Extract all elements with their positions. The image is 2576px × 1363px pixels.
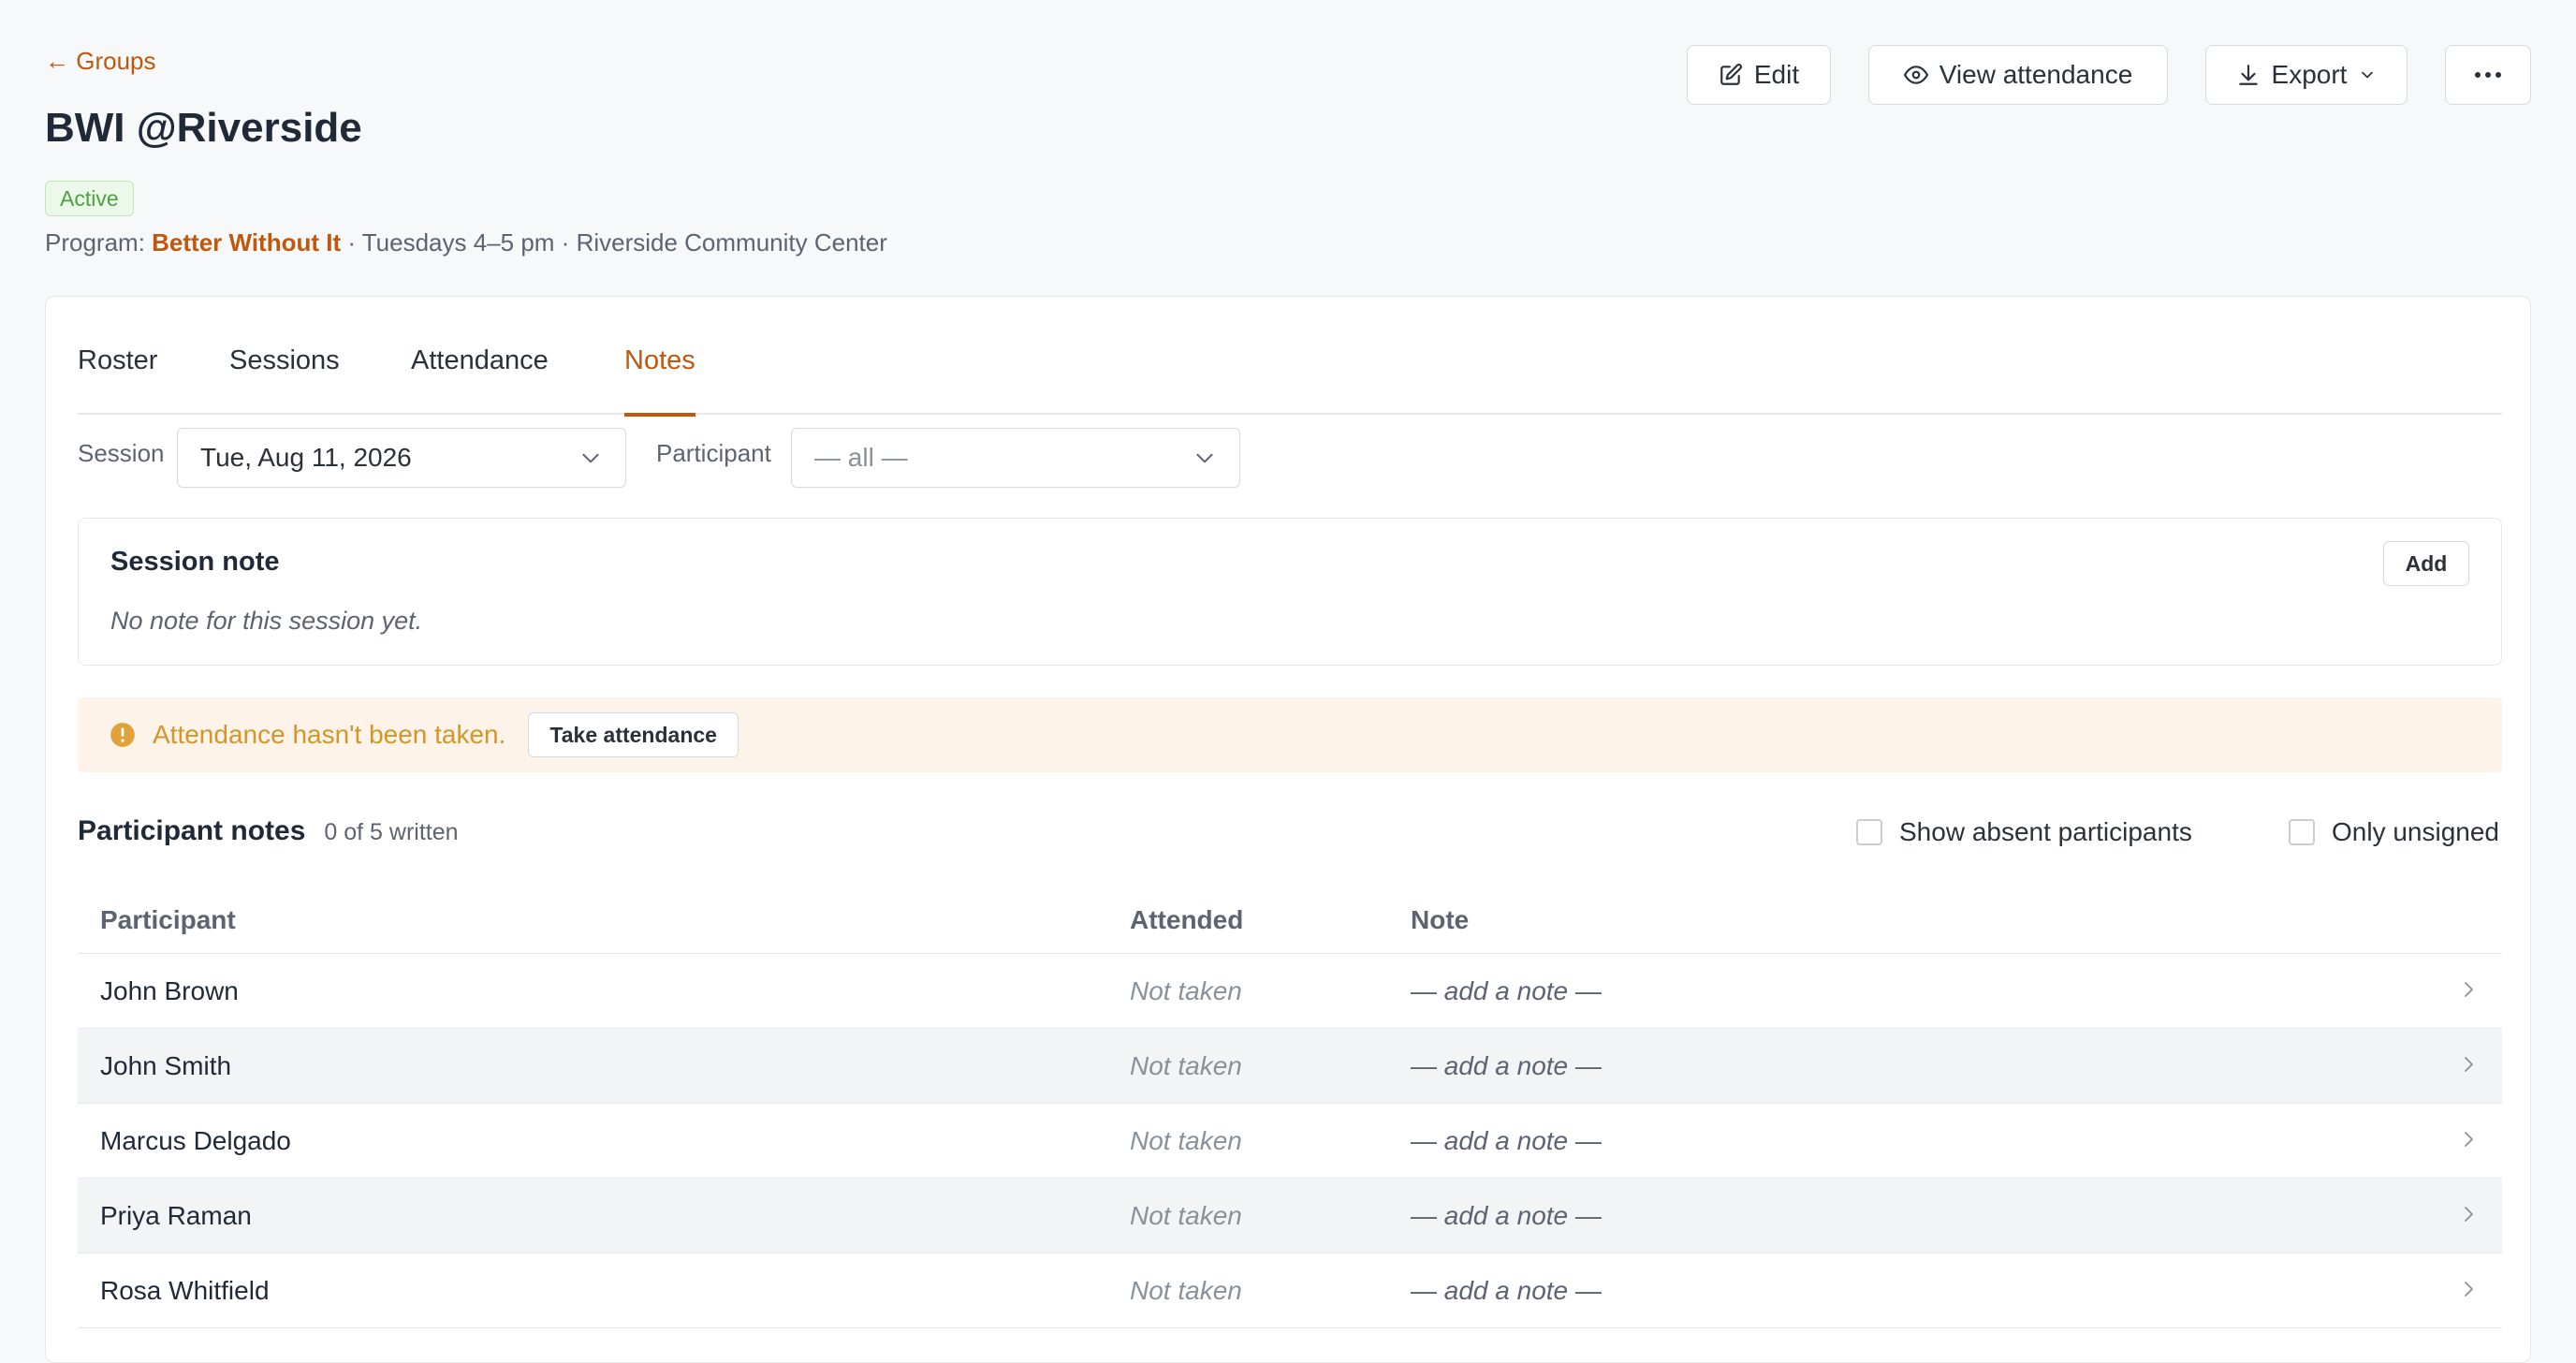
checkbox-box[interactable]: [1856, 819, 1882, 845]
participant-name: Marcus Delgado: [100, 1126, 291, 1155]
tab-bar: Roster Sessions Attendance Notes: [78, 345, 2502, 417]
export-button[interactable]: Export: [2205, 45, 2408, 105]
add-note-link[interactable]: — add a note —: [1411, 1201, 1602, 1231]
table-row[interactable]: Rosa Whitfield Not taken — add a note —: [78, 1253, 2502, 1328]
group-page: ← Groups BWI @Riverside Active Program: …: [0, 0, 2576, 1363]
meta-details: · Tuesdays 4–5 pm · Riverside Community …: [341, 228, 887, 256]
group-meta: Program: Better Without It · Tuesdays 4–…: [45, 228, 887, 257]
more-options-button[interactable]: [2445, 45, 2531, 105]
warning-icon: [110, 723, 135, 747]
alert-text: Attendance hasn't been taken.: [153, 720, 506, 749]
view-attendance-label: View attendance: [1939, 60, 2133, 89]
participant-filter-label: Participant: [656, 439, 771, 467]
header-actions: Edit View attendance Export: [1687, 45, 2531, 105]
chevron-right-icon[interactable]: [2457, 1203, 2480, 1225]
tab-attendance[interactable]: Attendance: [411, 345, 549, 415]
add-note-link[interactable]: — add a note —: [1411, 1276, 1602, 1306]
column-header-participant: Participant: [100, 905, 236, 934]
chevron-right-icon[interactable]: [2457, 978, 2480, 1001]
chevron-right-icon[interactable]: [2457, 1278, 2480, 1300]
chevron-right-icon[interactable]: [2457, 1053, 2480, 1076]
attended-status: Not taken: [1130, 1201, 1242, 1230]
session-select-value: Tue, Aug 11, 2026: [200, 443, 412, 472]
tab-sessions[interactable]: Sessions: [229, 345, 340, 415]
session-note-title: Session note: [110, 547, 280, 577]
participant-notes-table: Participant Attended Note John Brown Not…: [78, 883, 2502, 1328]
table-row[interactable]: John Smith Not taken — add a note —: [78, 1029, 2502, 1104]
notes-written-count: 0 of 5 written: [324, 819, 459, 845]
participant-name: John Smith: [100, 1051, 232, 1080]
eye-icon: [1903, 66, 1928, 84]
only-unsigned-label: Only unsigned: [2332, 817, 2500, 846]
page-title: BWI @Riverside: [45, 105, 362, 151]
table-row[interactable]: Priya Raman Not taken — add a note —: [78, 1179, 2502, 1253]
tab-roster[interactable]: Roster: [78, 345, 157, 415]
edit-icon: [1720, 64, 1742, 85]
participant-name: John Brown: [100, 976, 239, 1005]
chevron-down-icon: [582, 453, 599, 463]
more-dots-icon: [2475, 72, 2501, 78]
add-note-link[interactable]: — add a note —: [1411, 1051, 1602, 1081]
table-header: Participant Attended Note: [78, 883, 2502, 954]
attended-status: Not taken: [1130, 1276, 1242, 1305]
view-attendance-button[interactable]: View attendance: [1868, 45, 2168, 105]
session-note-empty: No note for this session yet.: [110, 607, 423, 635]
take-attendance-button[interactable]: Take attendance: [528, 712, 739, 757]
chevron-down-icon: [1196, 453, 1213, 463]
edit-button[interactable]: Edit: [1687, 45, 1831, 105]
participant-name: Priya Raman: [100, 1201, 252, 1230]
participant-notes-title: Participant notes: [78, 815, 306, 846]
participant-name: Rosa Whitfield: [100, 1276, 270, 1305]
notes-card: Roster Sessions Attendance Notes Session…: [45, 296, 2531, 1363]
status-badge: Active: [45, 181, 134, 216]
session-note-panel: Session note No note for this session ye…: [78, 518, 2502, 666]
table-row[interactable]: John Brown Not taken — add a note —: [78, 954, 2502, 1029]
attendance-alert: Attendance hasn't been taken. Take atten…: [78, 697, 2502, 772]
attended-status: Not taken: [1130, 1051, 1242, 1080]
chevron-down-icon: [2362, 71, 2374, 79]
chevron-right-icon[interactable]: [2457, 1128, 2480, 1150]
add-session-note-button[interactable]: Add: [2383, 541, 2469, 586]
participant-notes-header: Participant notes 0 of 5 written: [78, 815, 459, 847]
only-unsigned-checkbox[interactable]: Only unsigned: [2289, 817, 2499, 847]
checkbox-box[interactable]: [2289, 819, 2315, 845]
add-note-link[interactable]: — add a note —: [1411, 976, 1602, 1006]
program-link[interactable]: Better Without It: [152, 228, 341, 256]
meta-prefix: Program:: [45, 228, 153, 256]
tab-notes[interactable]: Notes: [624, 345, 695, 417]
session-select[interactable]: Tue, Aug 11, 2026: [177, 428, 626, 488]
download-icon: [2238, 65, 2258, 85]
session-filter-label: Session: [78, 439, 165, 467]
table-row[interactable]: Marcus Delgado Not taken — add a note —: [78, 1104, 2502, 1179]
participant-select-value: — all —: [814, 443, 908, 472]
column-header-note: Note: [1411, 905, 1470, 934]
participant-select[interactable]: — all —: [791, 428, 1240, 488]
show-absent-label: Show absent participants: [1899, 817, 2192, 846]
show-absent-checkbox[interactable]: Show absent participants: [1856, 817, 2192, 847]
back-to-groups-link[interactable]: ← Groups: [45, 47, 156, 76]
column-header-attended: Attended: [1130, 905, 1244, 934]
attended-status: Not taken: [1130, 976, 1242, 1005]
export-label: Export: [2271, 60, 2348, 89]
attended-status: Not taken: [1130, 1126, 1242, 1155]
add-note-link[interactable]: — add a note —: [1411, 1126, 1602, 1156]
edit-label: Edit: [1753, 60, 1800, 89]
